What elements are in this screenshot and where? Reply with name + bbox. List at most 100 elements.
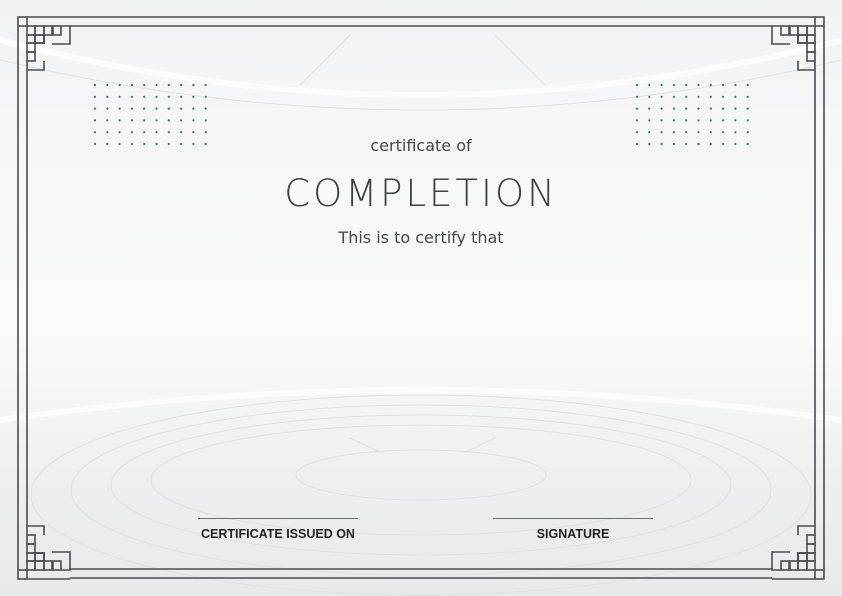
decorative-dot [204, 83, 207, 87]
decorative-dot [746, 83, 749, 87]
decorative-dot [648, 119, 651, 122]
decorative-dot [130, 95, 133, 98]
decorative-dot [709, 119, 712, 122]
decorative-dot [130, 83, 133, 87]
certificate-subtitle: This is to certify that [338, 228, 504, 247]
decorative-dot [167, 95, 170, 98]
decorative-dot [143, 131, 146, 134]
decorative-dot [118, 107, 121, 110]
signature-line [493, 518, 653, 519]
issued-date-label: CERTIFICATE ISSUED ON [201, 527, 355, 541]
decorative-dot [192, 83, 195, 87]
decorative-dot [722, 95, 725, 98]
decorative-dot [635, 119, 639, 122]
decorative-dot [722, 83, 725, 87]
signature-label: SIGNATURE [536, 527, 610, 541]
decorative-dot [143, 95, 146, 98]
decorative-dot [746, 131, 749, 134]
decorative-dot [648, 95, 651, 98]
decorative-dot [648, 83, 651, 87]
decorative-dot [672, 119, 676, 122]
decorative-dot [697, 131, 700, 134]
decorative-dot [709, 131, 712, 134]
decorative-dot [660, 119, 663, 122]
decorative-dot [93, 83, 97, 87]
decorative-dot [734, 119, 737, 122]
decorative-dot [672, 131, 676, 134]
decorative-dot [180, 83, 183, 87]
decorative-dot [180, 107, 183, 110]
decorative-dot [130, 119, 133, 122]
decorative-dot [106, 107, 109, 110]
decorative-dot [155, 83, 158, 87]
decorative-dot [106, 95, 109, 98]
decorative-dot [167, 119, 170, 122]
decorative-dot [118, 95, 121, 98]
decorative-dot [192, 95, 195, 98]
decorative-dot [93, 131, 97, 134]
decorative-dot [155, 107, 158, 110]
decorative-dot [93, 119, 97, 122]
decorative-dot [672, 95, 676, 98]
decorative-dot [192, 119, 195, 122]
decorative-dot [155, 95, 158, 98]
decorative-dot [734, 95, 737, 98]
decorative-dot [118, 119, 121, 122]
decorative-dot [722, 119, 725, 122]
decorative-dot [697, 107, 700, 110]
decorative-dot [204, 131, 207, 134]
decorative-dot [685, 83, 688, 87]
decorative-dot [118, 83, 121, 87]
decorative-border [17, 16, 825, 580]
decorative-dot [685, 131, 688, 134]
decorative-dot [143, 107, 146, 110]
decorative-dot [204, 107, 207, 110]
decorative-dot [180, 95, 183, 98]
decorative-dot [722, 107, 725, 110]
decorative-dot [746, 95, 749, 98]
decorative-dot [648, 131, 651, 134]
decorative-dot [192, 107, 195, 110]
decorative-dot [685, 119, 688, 122]
decorative-dot [192, 131, 195, 134]
decorative-dot [746, 119, 749, 122]
decorative-dot [685, 95, 688, 98]
decorative-dot [180, 131, 183, 134]
decorative-dot [118, 131, 121, 134]
decorative-dot [709, 95, 712, 98]
decorative-dot [106, 131, 109, 134]
decorative-dot [746, 107, 749, 110]
decorative-dot [660, 131, 663, 134]
decorative-dot [106, 83, 109, 87]
decorative-dot [635, 95, 639, 98]
decorative-dot [697, 83, 700, 87]
decorative-dot [130, 107, 133, 110]
decorative-dot [106, 119, 109, 122]
decorative-dot [734, 107, 737, 110]
decorative-dot [204, 95, 207, 98]
decorative-dot [697, 119, 700, 122]
decorative-dot [697, 95, 700, 98]
decorative-dot [155, 119, 158, 122]
decorative-dot [722, 131, 725, 134]
decorative-dot [709, 107, 712, 110]
decorative-dot [660, 107, 663, 110]
issued-date-line [198, 518, 358, 519]
decorative-dot [648, 107, 651, 110]
decorative-dot [143, 83, 146, 87]
decorative-dot [660, 95, 663, 98]
corner-ornament-bottom-right [771, 525, 825, 580]
decorative-dot [672, 107, 676, 110]
decorative-dot [660, 83, 663, 87]
corner-ornament-top-left [17, 16, 71, 71]
decorative-dot [130, 131, 133, 134]
decorative-dot [204, 119, 207, 122]
decorative-dot [167, 107, 170, 110]
decorative-dot [155, 131, 158, 134]
decorative-dot [167, 83, 170, 87]
decorative-dot [709, 83, 712, 87]
decorative-dot [635, 107, 639, 110]
decorative-dot [685, 107, 688, 110]
certificate-title: COMPLETION [284, 172, 558, 215]
decorative-dot [672, 83, 676, 87]
